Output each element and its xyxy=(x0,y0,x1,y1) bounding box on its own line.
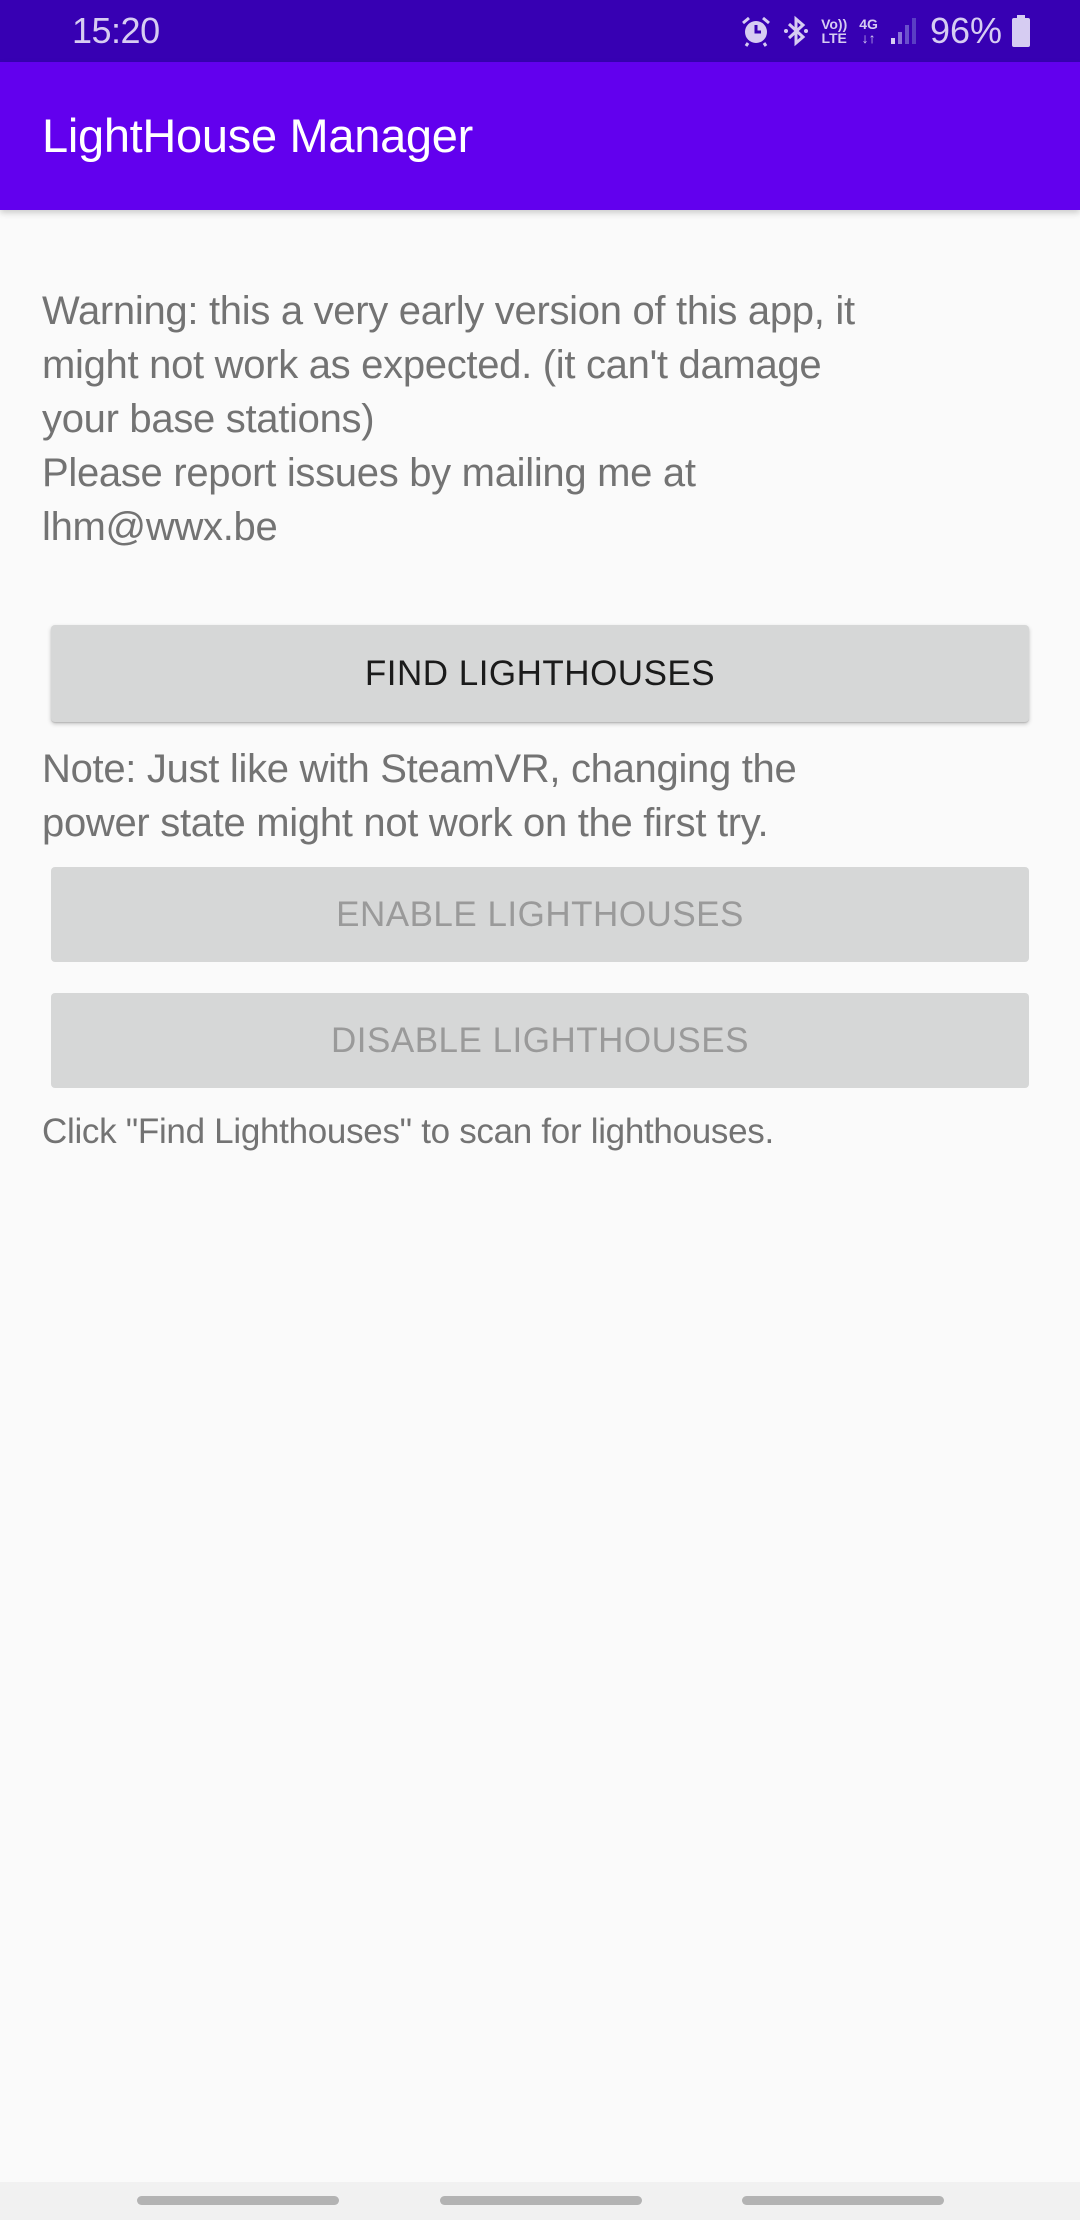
find-lighthouses-button[interactable]: Find Lighthouses xyxy=(51,625,1029,722)
warning-line: your base stations) xyxy=(42,397,375,441)
battery-icon xyxy=(1012,15,1030,47)
home-gesture-handle[interactable] xyxy=(440,2196,642,2205)
alarm-icon xyxy=(741,15,771,47)
navigation-bar xyxy=(0,2182,1080,2220)
app-bar: LightHouse Manager xyxy=(0,62,1080,210)
contact-email: lhm@wwx.be xyxy=(42,505,278,549)
warning-line: Please report issues by mailing me at xyxy=(42,451,696,495)
bluetooth-icon xyxy=(783,15,809,47)
scan-status-message: Click "Find Lighthouses" to scan for lig… xyxy=(42,1112,774,1151)
note-line: Note: Just like with SteamVR, changing t… xyxy=(42,747,797,791)
note-text: Note: Just like with SteamVR, changing t… xyxy=(42,742,1042,850)
status-icons: Vo)) LTE 4G ↓↑ 96% xyxy=(741,0,1080,62)
status-bar: 15:20 Vo)) LTE 4G ↓↑ 96% xyxy=(0,0,1080,62)
status-time: 15:20 xyxy=(72,10,160,51)
4g-data-icon: 4G ↓↑ xyxy=(859,16,878,46)
signal-icon xyxy=(890,16,918,46)
disable-lighthouses-label: Disable Lighthouses xyxy=(331,1020,749,1060)
enable-lighthouses-label: Enable Lighthouses xyxy=(336,894,744,934)
disable-lighthouses-button[interactable]: Disable Lighthouses xyxy=(51,993,1029,1088)
battery-percent: 96% xyxy=(929,10,1002,51)
recents-gesture-handle[interactable] xyxy=(137,2196,339,2205)
find-lighthouses-label: Find Lighthouses xyxy=(364,653,716,693)
enable-lighthouses-button[interactable]: Enable Lighthouses xyxy=(51,867,1029,962)
back-gesture-handle[interactable] xyxy=(742,2196,944,2205)
note-line: power state might not work on the first … xyxy=(42,801,769,845)
warning-line: Warning: this a very early version of th… xyxy=(42,289,855,333)
app-title: LightHouse Manager xyxy=(42,109,473,162)
warning-text: Warning: this a very early version of th… xyxy=(42,284,1042,554)
warning-line: might not work as expected. (it can't da… xyxy=(42,343,822,387)
volte-icon: Vo)) LTE xyxy=(821,16,848,46)
